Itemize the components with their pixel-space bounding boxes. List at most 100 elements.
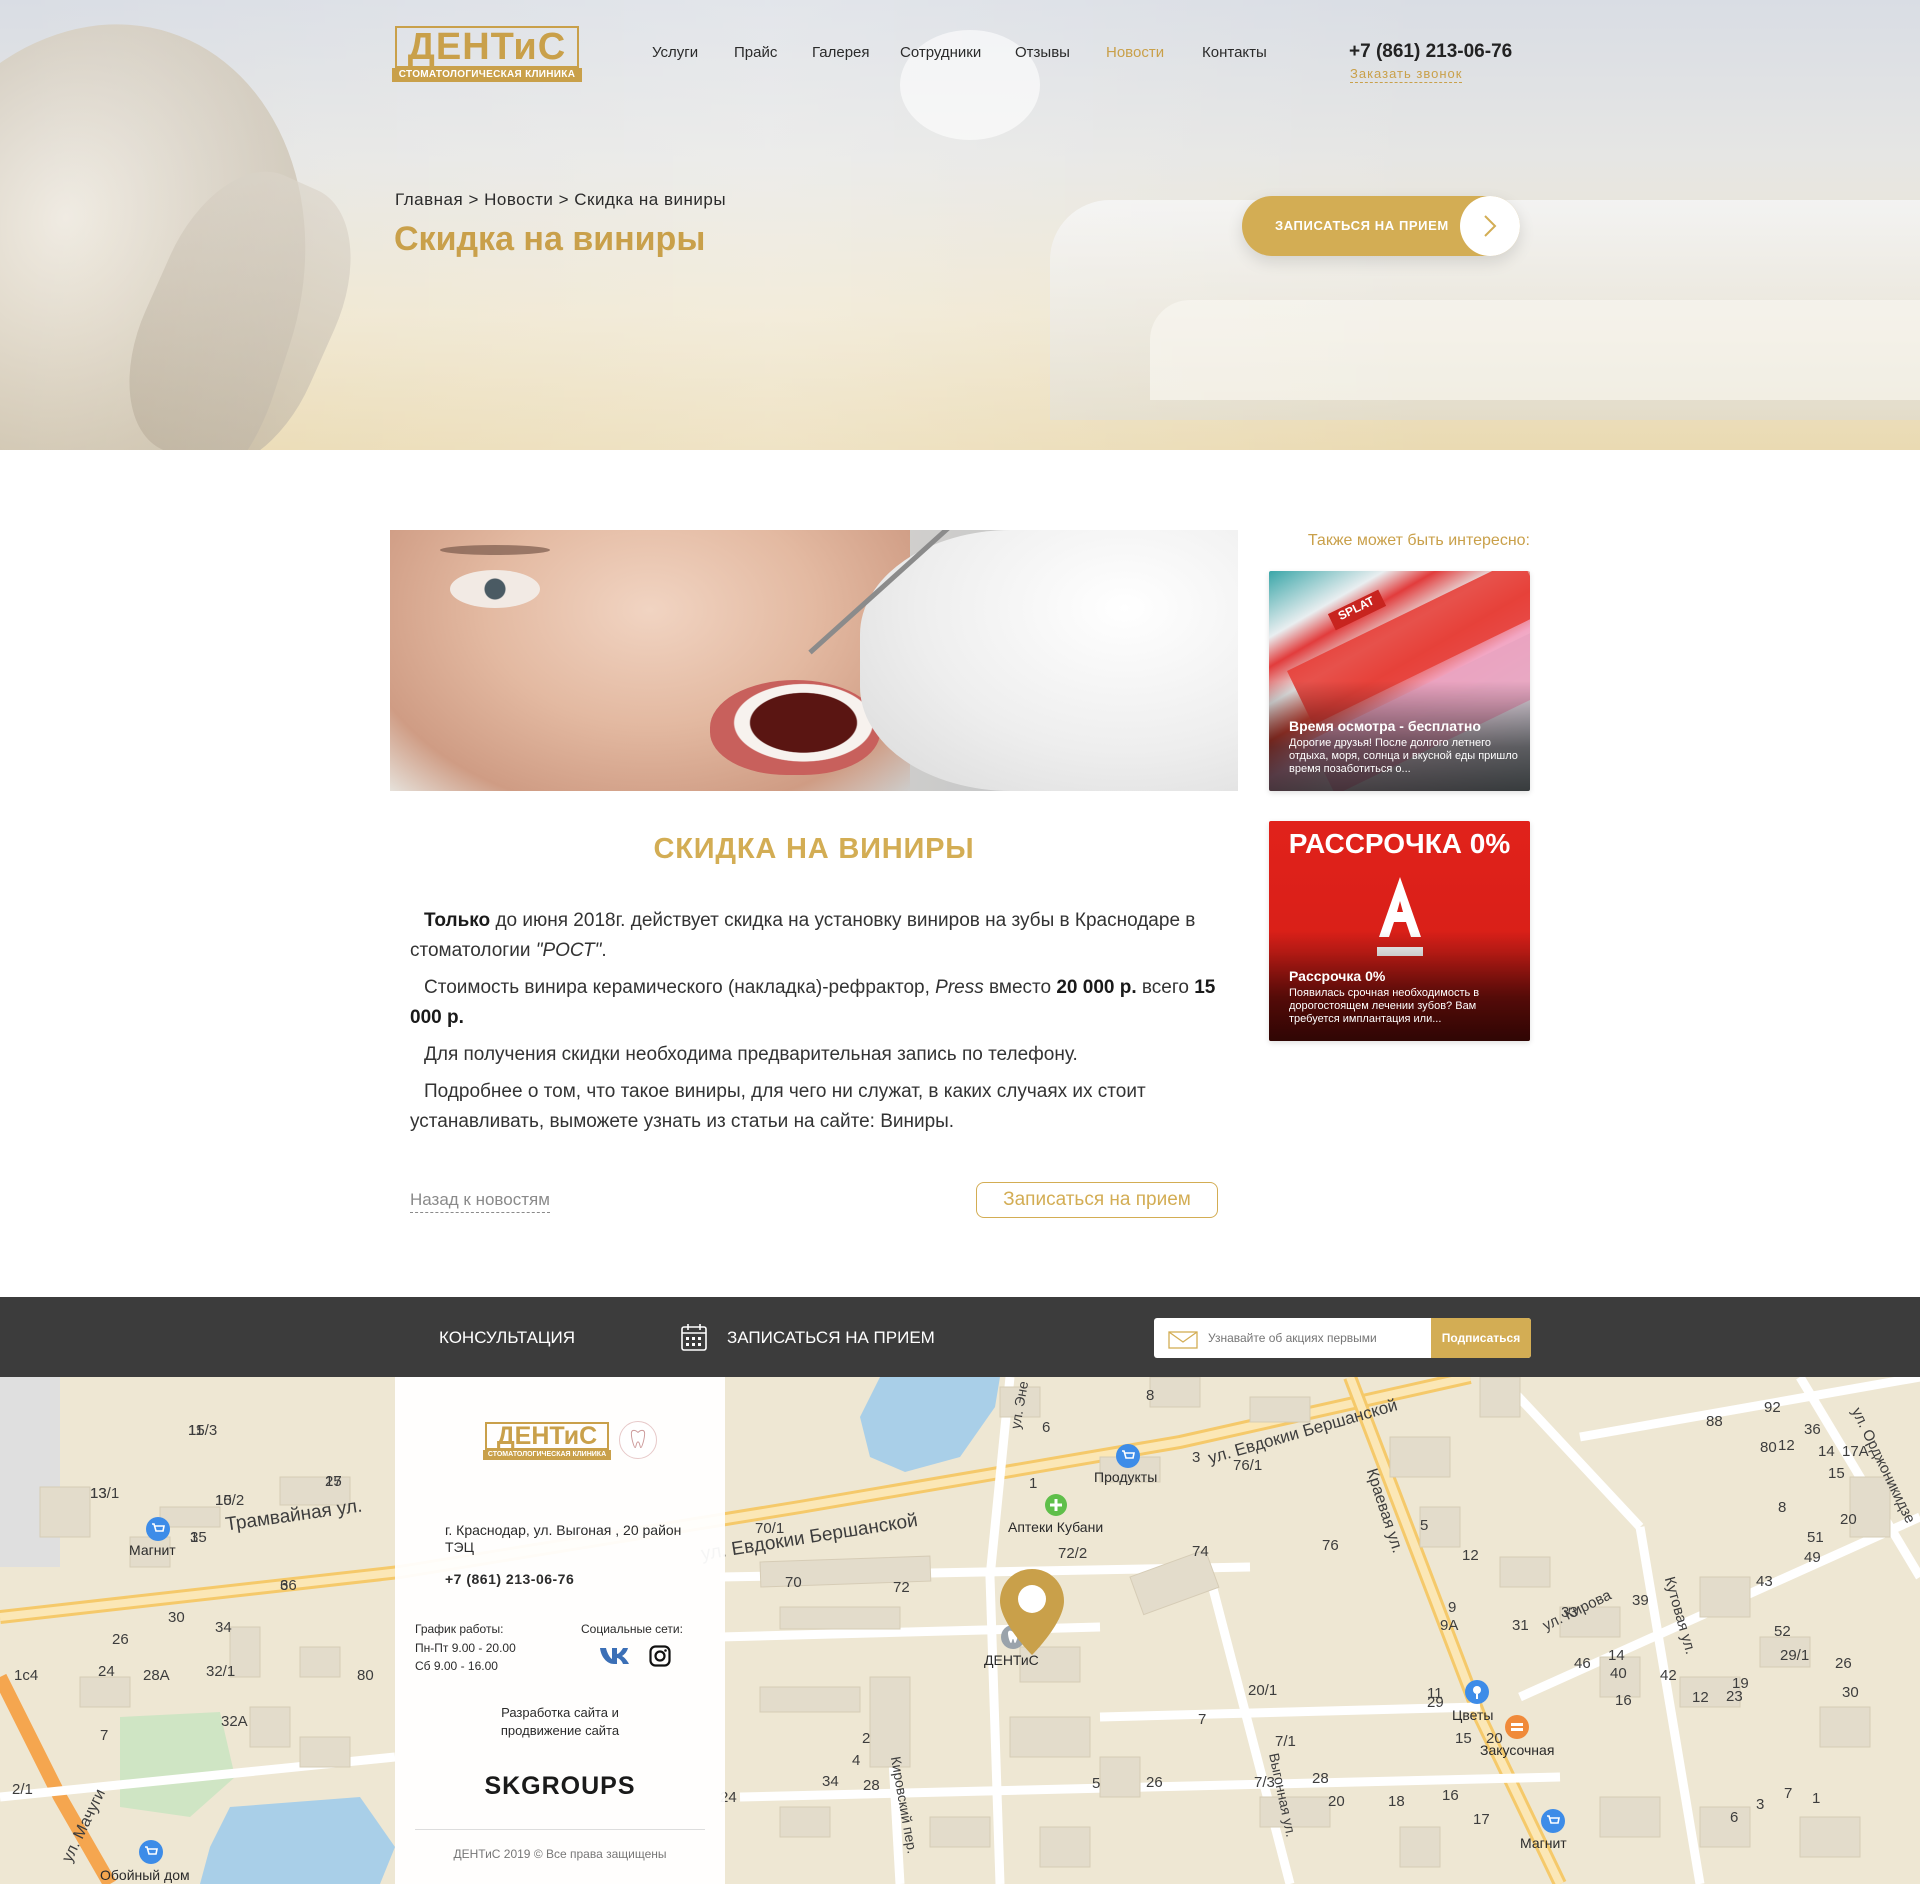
nav-item-reviews[interactable]: Отзывы [1015,44,1070,61]
map-house-number: 31 [1512,1617,1529,1634]
map-house-number: 29/1 [1780,1647,1810,1664]
location-map[interactable]: Трамвайная ул. ул. Евдокии Бершанской ул… [0,1377,1920,1884]
flower-icon [1465,1680,1489,1704]
map-house-number: 10 [215,1492,232,1509]
logo-tagline: СТОМАТОЛОГИЧЕСКАЯ КЛИНИКА [392,68,582,82]
map-house-number: 3 [190,1529,199,1546]
map-poi-label: Магнит [129,1542,176,1558]
map-house-number: 3 [1192,1449,1201,1466]
nav-item-services[interactable]: Услуги [652,44,698,61]
nav-item-gallery[interactable]: Галерея [812,44,870,61]
map-house-number: 34 [215,1619,232,1636]
nav-item-staff[interactable]: Сотрудники [900,44,981,61]
map-house-number: 40 [1610,1665,1627,1682]
article-text: вместо [983,977,1057,998]
map-house-number: 46 [1574,1655,1591,1672]
map-house-number: 32/1 [206,1663,236,1680]
tooth-mascot-icon [619,1421,657,1459]
site-logo[interactable]: ДЕНТиС СТОМАТОЛОГИЧЕСКАЯ КЛИНИКА [392,26,582,82]
map-house-number: 7/3 [1254,1774,1275,1791]
map-house-number: 80 [1760,1439,1777,1456]
appointment-button[interactable]: Записаться на прием [976,1182,1218,1218]
breadcrumb-news[interactable]: Новости [484,190,553,209]
footer-address: г. Краснодар, ул. Выгоная , 20 район ТЭЦ [445,1522,682,1555]
article-paragraph: Для получения скидки необходима предвари… [424,1044,1078,1065]
article-paragraph: Только до июня 2018г. действует скидка н… [410,906,1225,966]
map-house-number: 15 [1455,1730,1472,1747]
related-card[interactable]: РАССРОЧКА 0% Рассрочка 0% Появилась сроч… [1269,821,1530,1041]
map-block-gray [0,1377,60,1567]
footer-logo[interactable]: ДЕНТиС СТОМАТОЛОГИЧЕСКАЯ КЛИНИКА [483,1422,611,1460]
breadcrumb-home[interactable]: Главная [395,190,463,209]
map-house-number: 32А [221,1713,248,1730]
copyright: ДЕНТиС 2019 © Все права защищены [453,1847,667,1861]
map-pin-icon[interactable] [998,1567,1066,1657]
subscribe-button[interactable]: Подписаться [1431,1318,1531,1358]
article-text: до июня 2018г. действует скидка на устан… [410,910,1196,961]
map-house-number: 42 [1660,1667,1677,1684]
callback-link[interactable]: Заказать звонок [1350,66,1463,83]
related-card-title: Рассрочка 0% [1289,968,1386,984]
schedule-row: Пн-Пт 9.00 - 20.00 [415,1641,516,1655]
map-poi-label: Аптеки Кубани [1008,1519,1104,1535]
envelope-icon [1168,1331,1198,1349]
map-house-number: 13 [90,1485,107,1502]
shopping-cart-icon [1541,1809,1565,1833]
map-house-number: 7 [1784,1785,1793,1802]
related-card-text: Появилась срочная необходимость в дорого… [1289,987,1480,1025]
map-house-number: 49 [1804,1549,1821,1566]
footer-action-bar: КОНСУЛЬТАЦИЯ ЗАПИСАТЬСЯ НА ПРИЕМ Подписа… [0,1297,1920,1377]
related-card[interactable]: SPLAT Время осмотра - бесплатно Дорогие … [1269,571,1530,791]
footer-divider [415,1829,705,1830]
vk-icon[interactable] [599,1645,631,1665]
footer-appointment-link[interactable]: ЗАПИСАТЬСЯ НА ПРИЕМ [727,1328,935,1348]
map-house-number: 1 [1812,1790,1821,1807]
map-house-number: 51 [1807,1529,1824,1546]
header-phone[interactable]: +7 (861) 213-06-76 [1349,41,1512,63]
article-paragraph: Подробнее о том, что такое виниры, для ч… [410,1081,1146,1132]
map-house-number: 2/1 [12,1781,33,1798]
map-house-number: 9А [1440,1617,1459,1634]
map-house-number: 3 [1756,1796,1765,1813]
map-house-number: 20/1 [1248,1682,1278,1699]
map-house-number: 36 [1804,1421,1821,1438]
developer-logo[interactable]: SKGROUPS [395,1772,725,1801]
map-house-number: 7/1 [1275,1733,1296,1750]
breadcrumb-separator: > [553,190,575,209]
map-house-number: 26 [1146,1774,1163,1791]
article-paragraph: Стоимость винира керамического (накладка… [410,973,1225,1033]
article-title: СКИДКА НА ВИНИРЫ [653,833,975,865]
article-body: Только до июня 2018г. действует скидка н… [410,906,1225,1144]
footer-phone[interactable]: +7 (861) 213-06-76 [445,1571,574,1587]
map-house-number: 20 [1328,1793,1345,1810]
map-house-number: 7 [1198,1711,1207,1728]
map-house-number: 24 [98,1663,115,1680]
map-house-number: 8 [1778,1499,1787,1516]
map-house-number: 28 [1312,1770,1329,1787]
article-text: Стоимость винира керамического (накладка… [424,977,936,998]
map-house-number: 28 [863,1777,880,1794]
appointment-cta-button[interactable]: ЗАПИСАТЬСЯ НА ПРИЕМ [1242,196,1520,256]
map-house-number: 17 [1473,1811,1490,1828]
map-house-number: 12 [1692,1689,1709,1706]
map-water [200,1797,395,1884]
back-to-news-link[interactable]: Назад к новостям [410,1190,550,1213]
map-house-number: 39 [1632,1592,1649,1609]
map-house-number: 1 [1029,1475,1038,1492]
map-house-number: 6 [1042,1419,1051,1436]
instagram-icon[interactable] [649,1645,671,1667]
page-title: Скидка на виниры [394,220,706,258]
article-italic: "РОСТ" [535,940,602,961]
subscribe-email-input[interactable] [1208,1318,1428,1358]
map-house-number: 8 [1146,1387,1155,1404]
map-house-number: 18 [1388,1793,1405,1810]
nav-item-price[interactable]: Прайс [734,44,777,61]
related-heading: Также может быть интересно: [1307,532,1530,549]
nav-item-contacts[interactable]: Контакты [1202,44,1267,61]
pharmacy-icon [1045,1494,1067,1516]
map-house-number: 15 [1828,1465,1845,1482]
nav-item-news[interactable]: Новости [1106,44,1164,61]
shopping-cart-icon [139,1840,163,1864]
consultation-link[interactable]: КОНСУЛЬТАЦИЯ [439,1328,575,1348]
map-house-number: 16 [1615,1692,1632,1709]
